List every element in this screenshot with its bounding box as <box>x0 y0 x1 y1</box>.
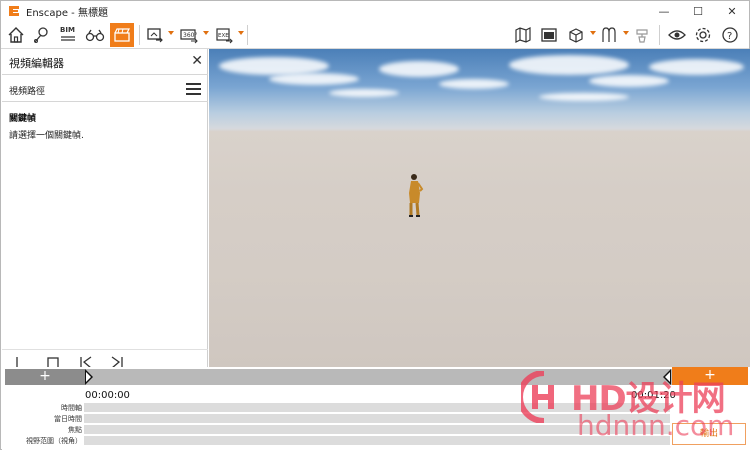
time-end: 00:01:20 <box>631 390 676 401</box>
keyframe-title: 關鍵幀 <box>9 114 37 124</box>
keyframe-hint: 請選擇一個關鍵幀. <box>9 131 84 141</box>
binoculars-icon <box>85 29 105 42</box>
help-icon: ? <box>722 27 738 43</box>
asset-library-icon <box>602 27 616 42</box>
map-icon <box>515 27 531 43</box>
person-figure <box>409 174 424 217</box>
view-icon <box>668 30 686 40</box>
property-track-timeline[interactable] <box>84 403 670 412</box>
enscape-logo-icon <box>9 6 19 16</box>
screenshot-dropdown-icon[interactable] <box>168 31 174 35</box>
window-controls: — ☐ ✕ <box>647 1 749 21</box>
panel-close-icon[interactable]: ✕ <box>191 53 203 69</box>
screenshot-button[interactable] <box>144 23 166 47</box>
export-exe-icon: EXE <box>216 28 233 44</box>
home-button[interactable] <box>5 23 27 47</box>
export-dropdown-icon[interactable] <box>238 31 244 35</box>
main-toolbar: BIM 360° EXE ? <box>1 21 749 49</box>
video-editor-panel: 視頻編輯器 ✕ 視頻路徑 關鍵幀 請選擇一個關鍵幀. <box>2 49 208 368</box>
asset-library-button[interactable] <box>598 23 620 47</box>
material-button[interactable] <box>631 23 653 47</box>
video-path-row: 視頻路徑 <box>2 76 208 102</box>
add-keyframe-end-button[interactable]: + <box>672 367 748 385</box>
views-button[interactable] <box>30 23 52 47</box>
web-standalone-icon <box>541 28 557 42</box>
transport-controls <box>2 349 208 368</box>
settings-icon <box>695 27 711 43</box>
binoculars-button[interactable] <box>83 23 107 47</box>
material-icon <box>636 29 648 43</box>
property-label-time-of-day: 當日時間 <box>54 415 82 423</box>
close-button[interactable]: ✕ <box>715 1 749 21</box>
panel-title: 視頻編輯器 <box>9 57 64 70</box>
hamburger-menu-icon[interactable] <box>186 83 201 95</box>
box-icon <box>569 28 583 43</box>
panorama-button[interactable]: 360° <box>178 23 200 47</box>
add-keyframe-start-button[interactable]: + <box>5 369 85 385</box>
property-track-field-of-view[interactable] <box>84 436 670 445</box>
bim-label: BIM <box>60 26 75 34</box>
map-pin-icon <box>34 27 48 43</box>
render-viewport[interactable] <box>209 49 750 367</box>
svg-text:EXE: EXE <box>218 33 229 39</box>
time-start: 00:00:00 <box>85 390 130 401</box>
property-track-focus[interactable] <box>84 425 670 434</box>
minimize-button[interactable]: — <box>647 1 681 21</box>
svg-text:?: ? <box>727 31 732 42</box>
map-button[interactable] <box>512 23 534 47</box>
view-button[interactable] <box>665 23 689 47</box>
property-track-time-of-day[interactable] <box>84 414 670 423</box>
svg-text:360°: 360° <box>183 32 197 39</box>
window-title: Enscape - 無標題 <box>26 7 108 19</box>
settings-button[interactable] <box>692 23 714 47</box>
asset-dropdown-icon[interactable] <box>623 31 629 35</box>
web-standalone-button[interactable] <box>538 23 560 47</box>
title-bar: Enscape - 無標題 — ☐ ✕ <box>1 1 749 21</box>
video-path-label: 視頻路徑 <box>9 87 46 97</box>
help-button[interactable]: ? <box>719 23 741 47</box>
app-window: Enscape - 無標題 — ☐ ✕ BIM 360° EXE ? 視頻編輯器… <box>0 0 750 450</box>
screenshot-icon <box>147 28 163 43</box>
panel-header: 視頻編輯器 ✕ <box>2 49 208 75</box>
panorama-360-icon: 360° <box>180 29 198 44</box>
export-button[interactable]: 輸出 <box>672 423 746 445</box>
panorama-dropdown-icon[interactable] <box>203 31 209 35</box>
export-exe-button[interactable]: EXE <box>213 23 235 47</box>
box-dropdown-icon[interactable] <box>590 31 596 35</box>
timeline-panel: + + 00:00:00 00:01:20 時間軸 當日時間 焦點 視野范圍（視… <box>2 367 750 450</box>
box-button[interactable] <box>565 23 587 47</box>
video-editor-icon <box>114 28 130 42</box>
video-editor-button[interactable] <box>110 23 134 47</box>
home-icon <box>8 27 24 43</box>
maximize-button[interactable]: ☐ <box>681 1 715 21</box>
property-label-focus: 焦點 <box>68 426 82 434</box>
property-label-field-of-view: 視野范圍（視角） <box>26 437 82 445</box>
property-label-timeline: 時間軸 <box>61 404 82 412</box>
timeline-track[interactable] <box>5 369 748 385</box>
